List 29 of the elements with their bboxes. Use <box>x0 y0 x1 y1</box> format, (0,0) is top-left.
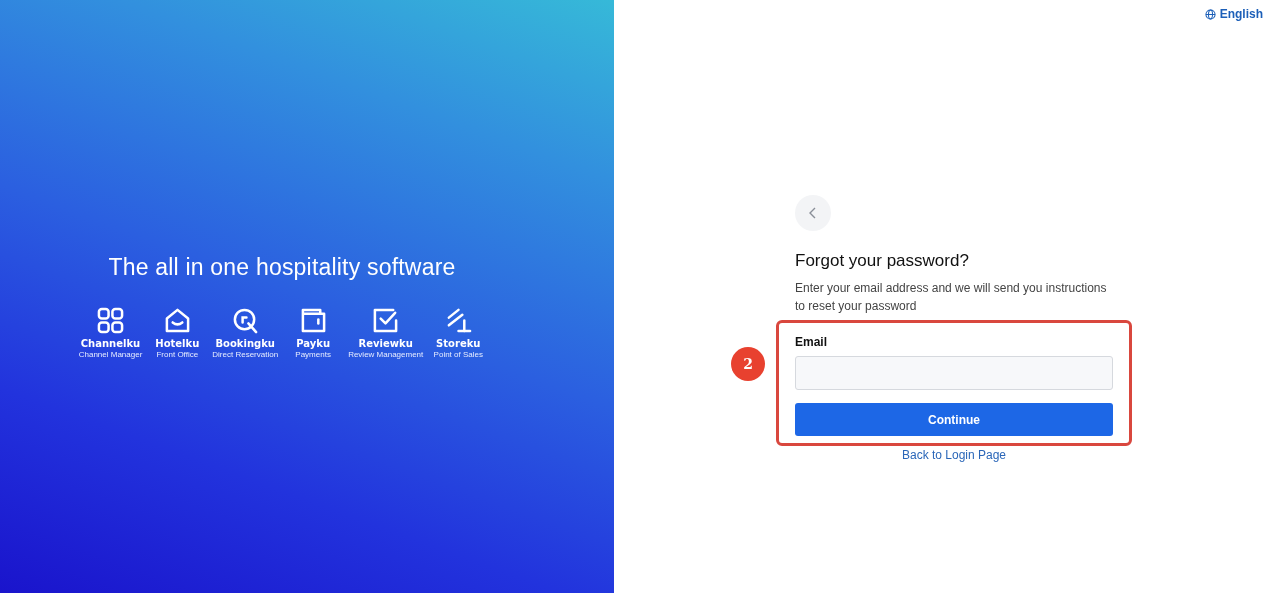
back-to-login-link[interactable]: Back to Login Page <box>901 448 1007 462</box>
product-name: Storeku <box>436 338 481 350</box>
product-name: Bookingku <box>215 338 275 350</box>
product-name: Hotelku <box>155 338 200 350</box>
product-subtitle: Channel Manager <box>78 350 143 360</box>
product-name: Payku <box>296 338 330 350</box>
product-subtitle: Point of Sales <box>433 350 483 360</box>
language-link[interactable]: English <box>1204 7 1263 21</box>
product-subtitle: Review Management <box>348 350 424 360</box>
grid-icon <box>97 307 124 334</box>
house-icon <box>163 307 191 334</box>
product-subtitle: Payments <box>295 350 331 360</box>
product-name: Channelku <box>80 338 141 350</box>
email-label: Email <box>795 335 828 349</box>
search-icon <box>231 307 259 334</box>
product-subtitle: Direct Reservation <box>212 350 279 360</box>
continue-button[interactable]: Continue <box>795 403 1113 436</box>
product-name: Reviewku <box>358 338 413 350</box>
form-title: Forgot your password? <box>795 251 970 271</box>
checkbox-icon <box>372 307 400 334</box>
headline: The all in one hospitality software <box>108 254 456 281</box>
chevron-left-icon <box>808 207 818 219</box>
annotation-badge: 2 <box>731 347 765 381</box>
globe-icon <box>1204 8 1216 20</box>
form-description: Enter your email address and we will send you instructions to reset your password <box>795 280 1108 315</box>
email-field[interactable] <box>795 356 1113 390</box>
back-button[interactable] <box>795 195 831 231</box>
product-subtitle: Front Office <box>156 350 199 360</box>
wallet-icon <box>299 307 327 334</box>
